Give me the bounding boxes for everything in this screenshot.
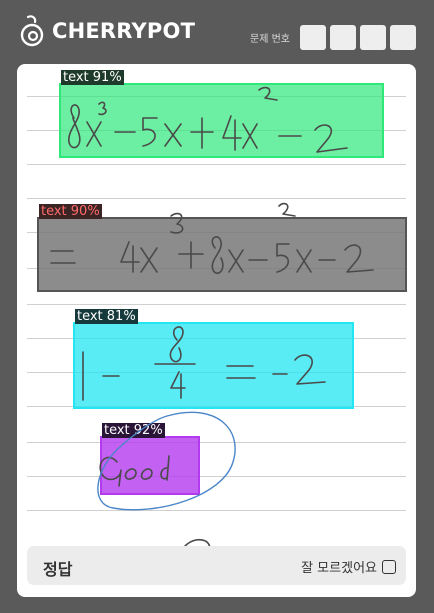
answer-label: 정답 — [43, 560, 73, 579]
unsure-toggle[interactable]: 잘 모르겠어요 — [301, 557, 396, 576]
question-number-box[interactable] — [330, 25, 356, 50]
handwriting-canvas[interactable]: text 91% text 90% text 81% text 92% 정답 잘… — [17, 64, 416, 597]
question-number-box[interactable] — [390, 25, 416, 50]
question-number-box[interactable] — [360, 25, 386, 50]
circle-stroke — [97, 411, 236, 511]
unsure-checkbox[interactable] — [382, 559, 396, 574]
brand-logo: CHERRYPOT — [18, 14, 195, 48]
brand-name: CHERRYPOT — [52, 19, 196, 43]
cherry-icon — [20, 15, 44, 47]
handwriting-strokes — [50, 86, 374, 571]
answer-bar: 정답 잘 모르겠어요 — [27, 546, 406, 585]
question-number-box[interactable] — [300, 25, 326, 50]
unsure-label: 잘 모르겠어요 — [301, 561, 377, 576]
question-number-label: 문제 번호 — [250, 34, 290, 45]
